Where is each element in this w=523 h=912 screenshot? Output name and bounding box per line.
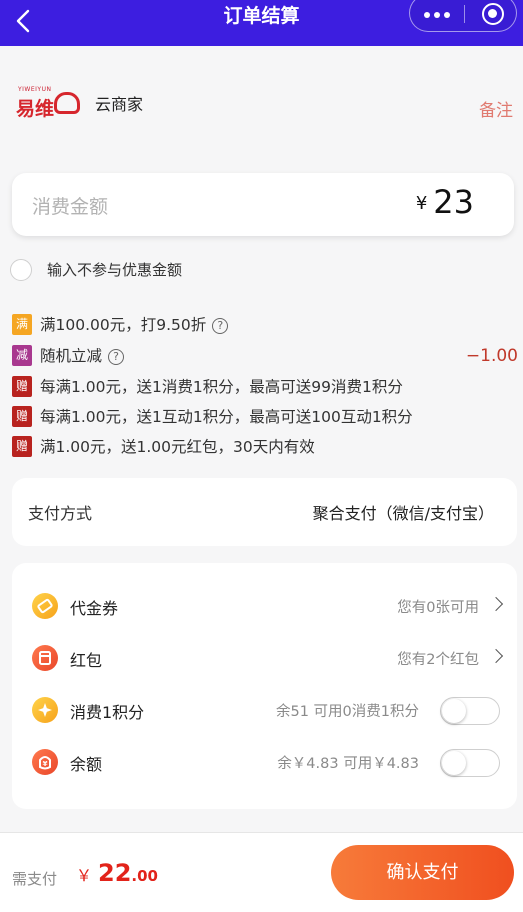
mini-program-capsule [409,0,517,32]
promo-text: 随机立减 [40,347,103,365]
red-packet-icon [32,645,58,671]
asset-row-red-packet[interactable]: 红包 您有2个红包 [12,637,517,677]
promo-text: 满1.00元，送1.00元红包，30天内有效 [40,438,315,456]
total-amount: ￥ 22.00 [76,859,158,887]
promo-row: 赠 满1.00元，送1.00元红包，30天内有效 [12,436,518,458]
exclude-discount-label: 输入不参与优惠金额 [47,261,183,279]
amount-label: 消费金额 [32,196,109,218]
promo-tag: 减 [12,345,32,366]
asset-note: 您有0张可用 [397,600,479,616]
help-icon[interactable]: ? [212,318,229,334]
promo-row: 赠 每满1.00元，送1消费1积分，最高可送99消费1积分 [12,376,518,398]
promo-row: 减 随机立减? −1.00 [12,345,518,367]
exclude-discount-radio[interactable] [10,259,32,281]
balance-icon: ¥ [32,749,58,775]
payment-method-card[interactable]: 支付方式 聚合支付（微信/支付宝） [12,478,517,546]
voucher-icon [32,593,58,619]
amount-value[interactable]: ¥23 [416,183,474,221]
discount-amount: −1.00 [465,346,518,366]
remark-link[interactable]: 备注 [479,96,513,121]
asset-note: 您有2个红包 [397,652,479,668]
total-decimal: .00 [131,867,158,885]
asset-row-points: 消费1积分 余51 可用0消费1积分 [12,689,517,729]
cloud-icon [54,92,80,114]
payment-method-label: 支付方式 [28,504,93,523]
promo-text: 满100.00元，打9.50折 [40,316,207,334]
balance-toggle[interactable] [440,749,500,777]
currency-symbol: ¥ [415,193,428,214]
promo-tag: 赠 [12,436,32,457]
checkout-bar: 需支付 ￥ 22.00 确认支付 [0,832,523,912]
nav-bar: 订单结算 [0,0,523,46]
store-logo: YIWEIYUN 易维 [16,86,80,122]
logo-small-text: YIWEIYUN [18,86,52,93]
promo-tag: 满 [12,314,32,335]
asset-note: 余￥4.83 可用￥4.83 [277,756,419,772]
svg-text:¥: ¥ [43,760,48,768]
points-toggle[interactable] [440,697,500,725]
amount-input-card[interactable]: 消费金额 ¥23 [12,173,514,236]
chevron-right-icon [488,648,504,664]
need-pay-label: 需支付 [12,870,58,888]
asset-row-voucher[interactable]: 代金券 您有0张可用 [12,585,517,625]
asset-row-balance: ¥ 余额 余￥4.83 可用￥4.83 [12,741,517,781]
asset-label: 红包 [70,651,103,670]
assets-card: 代金券 您有0张可用 红包 您有2个红包 消费1积分 余51 可用0消费1积分 … [12,563,517,809]
logo-text: 易维 [16,98,55,120]
points-icon [32,697,58,723]
asset-label: 消费1积分 [70,703,145,722]
amount-number: 23 [433,183,474,221]
promo-tag: 赠 [12,376,32,397]
confirm-pay-button[interactable]: 确认支付 [331,845,514,900]
more-icon[interactable] [424,7,452,21]
chevron-right-icon [488,596,504,612]
payment-method-value: 聚合支付（微信/支付宝） [312,504,494,523]
store-name: 云商家 [95,95,144,114]
total-currency: ￥ [76,866,93,885]
asset-label: 余额 [70,755,103,774]
close-target-icon[interactable] [482,3,504,25]
promo-text: 每满1.00元，送1消费1积分，最高可送99消费1积分 [40,378,403,396]
promo-row: 满 满100.00元，打9.50折? [12,314,518,336]
promo-tag: 赠 [12,406,32,427]
total-integer: 22 [98,859,132,887]
asset-label: 代金券 [70,599,119,618]
help-icon[interactable]: ? [108,349,125,365]
capsule-divider [464,5,465,23]
asset-note: 余51 可用0消费1积分 [275,704,419,720]
promo-text: 每满1.00元，送1互动1积分，最高可送100互动1积分 [40,408,413,426]
promo-row: 赠 每满1.00元，送1互动1积分，最高可送100互动1积分 [12,406,518,428]
